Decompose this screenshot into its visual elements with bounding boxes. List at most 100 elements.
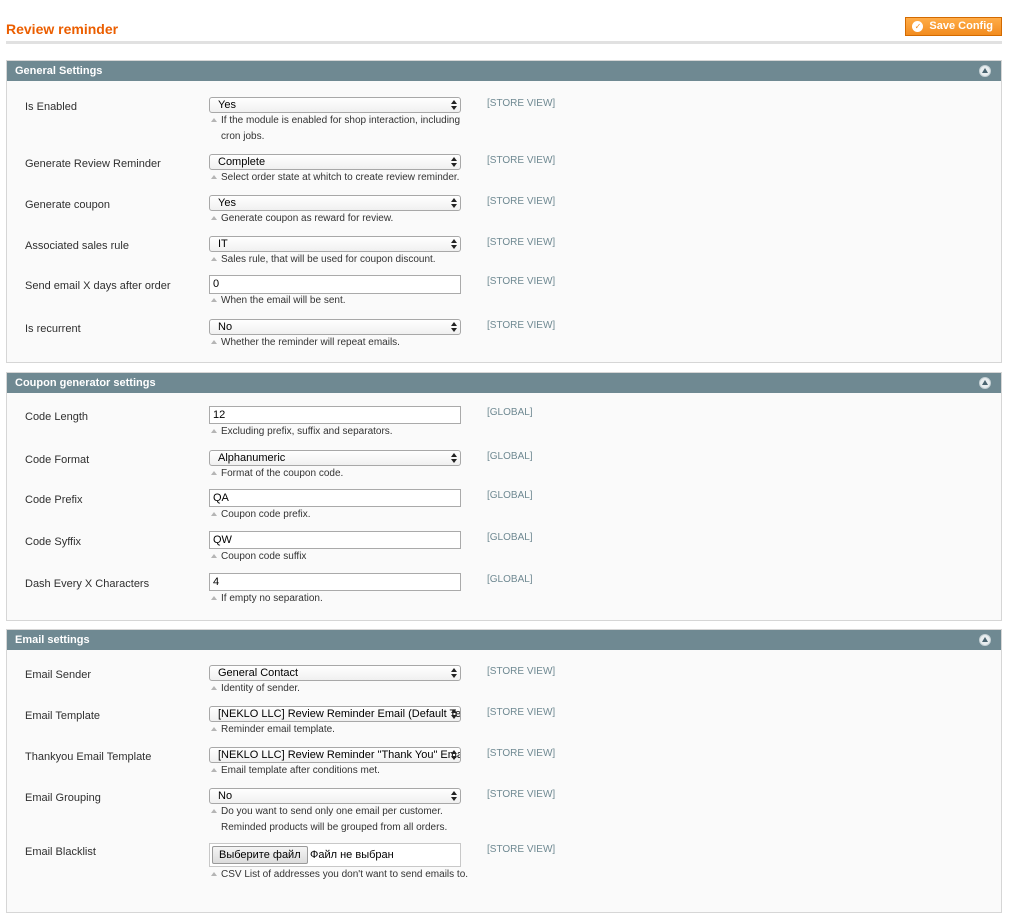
select-arrows-icon — [451, 197, 457, 209]
select-arrows-icon — [451, 99, 457, 111]
scope-badge: [STORE VIEW] — [487, 196, 556, 207]
note-arrow-icon — [211, 175, 217, 179]
collapse-icon[interactable] — [979, 377, 991, 389]
collapse-icon[interactable] — [979, 634, 991, 646]
note-arrow-icon — [211, 596, 217, 600]
note-arrow-icon — [211, 118, 217, 122]
scope-badge: [GLOBAL] — [487, 490, 533, 501]
email-grouping-select[interactable]: No — [209, 788, 461, 804]
page-title: Review reminder — [6, 21, 119, 37]
collapse-icon[interactable] — [979, 65, 991, 77]
code-prefix-input[interactable]: QA — [209, 489, 461, 507]
field-label: Is recurrent — [25, 323, 81, 335]
scope-badge: [GLOBAL] — [487, 574, 533, 585]
scope-badge: [STORE VIEW] — [487, 320, 556, 331]
field-note: Coupon code suffix — [211, 549, 469, 565]
thankyou-template-select[interactable]: [NEKLO LLC] Review Reminder "Thank You" … — [209, 747, 461, 763]
field-label: Dash Every X Characters — [25, 578, 150, 590]
send-email-days-input[interactable]: 0 — [209, 275, 461, 294]
field-note: Reminder email template. — [211, 722, 469, 738]
section-email-settings: Email settings Email Sender General Cont… — [6, 629, 1002, 913]
dash-every-input[interactable]: 4 — [209, 573, 461, 591]
select-arrows-icon — [451, 156, 457, 168]
scope-badge: [GLOBAL] — [487, 451, 533, 462]
note-arrow-icon — [211, 809, 217, 813]
field-note: Whether the reminder will repeat emails. — [211, 335, 469, 351]
field-label: Email Template — [25, 710, 100, 722]
scope-badge: [GLOBAL] — [487, 407, 533, 418]
field-note: Do you want to send only one email per c… — [211, 804, 469, 836]
scope-badge: [STORE VIEW] — [487, 155, 556, 166]
note-arrow-icon — [211, 216, 217, 220]
note-arrow-icon — [211, 298, 217, 302]
field-label: Code Syffix — [25, 536, 82, 548]
code-length-input[interactable]: 12 — [209, 406, 461, 424]
field-note: When the email will be sent. — [211, 293, 469, 309]
save-config-button[interactable]: ✓ Save Config — [905, 17, 1002, 36]
choose-file-button[interactable]: Выберите файл — [212, 846, 308, 864]
email-template-select[interactable]: [NEKLO LLC] Review Reminder Email (Defau… — [209, 706, 461, 722]
note-arrow-icon — [211, 686, 217, 690]
scope-badge: [STORE VIEW] — [487, 844, 556, 855]
select-arrows-icon — [451, 452, 457, 464]
field-note: Coupon code prefix. — [211, 507, 469, 523]
field-label: Email Grouping — [25, 792, 101, 804]
select-arrows-icon — [451, 667, 457, 679]
associated-sales-rule-select[interactable]: IT — [209, 236, 461, 252]
code-suffix-input[interactable]: QW — [209, 531, 461, 549]
code-format-select[interactable]: Alphanumeric — [209, 450, 461, 466]
note-arrow-icon — [211, 727, 217, 731]
field-note: If the module is enabled for shop intera… — [211, 113, 469, 145]
field-note: Email template after conditions met. — [211, 763, 469, 779]
scope-badge: [STORE VIEW] — [487, 789, 556, 800]
field-note: Select order state at whitch to create r… — [211, 170, 469, 186]
section-header-coupon[interactable]: Coupon generator settings — [7, 373, 1001, 393]
note-arrow-icon — [211, 768, 217, 772]
is-enabled-select[interactable]: Yes — [209, 97, 461, 113]
field-note: Generate coupon as reward for review. — [211, 211, 469, 227]
field-note: CSV List of addresses you don't want to … — [211, 867, 469, 883]
scope-badge: [STORE VIEW] — [487, 98, 556, 109]
scope-badge: [STORE VIEW] — [487, 276, 556, 287]
scope-badge: [STORE VIEW] — [487, 237, 556, 248]
field-label: Associated sales rule — [25, 240, 129, 252]
select-arrows-icon — [451, 790, 457, 802]
select-arrows-icon — [451, 749, 457, 761]
save-config-label: Save Config — [929, 20, 993, 32]
field-label: Email Blacklist — [25, 846, 96, 858]
select-arrows-icon — [451, 321, 457, 333]
generate-coupon-select[interactable]: Yes — [209, 195, 461, 211]
field-label: Code Prefix — [25, 494, 83, 506]
field-label: Generate Review Reminder — [25, 158, 161, 170]
note-arrow-icon — [211, 429, 217, 433]
scope-badge: [STORE VIEW] — [487, 666, 556, 677]
section-coupon-generator: Coupon generator settings Code Length 12… — [6, 372, 1002, 621]
field-label: Generate coupon — [25, 199, 111, 211]
check-circle-icon: ✓ — [912, 21, 924, 32]
note-arrow-icon — [211, 512, 217, 516]
email-sender-select[interactable]: General Contact — [209, 665, 461, 681]
field-label: Email Sender — [25, 669, 92, 681]
note-arrow-icon — [211, 554, 217, 558]
email-blacklist-file-input[interactable]: Выберите файл Файл не выбран — [209, 843, 461, 867]
field-note: Format of the coupon code. — [211, 466, 469, 482]
field-note: Sales rule, that will be used for coupon… — [211, 252, 469, 268]
generate-review-reminder-select[interactable]: Complete — [209, 154, 461, 170]
select-arrows-icon — [451, 238, 457, 250]
is-recurrent-select[interactable]: No — [209, 319, 461, 335]
note-arrow-icon — [211, 872, 217, 876]
field-note: Identity of sender. — [211, 681, 469, 697]
field-label: Code Format — [25, 454, 90, 466]
field-note: If empty no separation. — [211, 591, 469, 607]
field-label: Send email X days after order — [25, 280, 171, 292]
select-arrows-icon — [451, 708, 457, 720]
scope-badge: [GLOBAL] — [487, 532, 533, 543]
section-header-general[interactable]: General Settings — [7, 61, 1001, 81]
scope-badge: [STORE VIEW] — [487, 707, 556, 718]
scope-badge: [STORE VIEW] — [487, 748, 556, 759]
note-arrow-icon — [211, 257, 217, 261]
section-header-email[interactable]: Email settings — [7, 630, 1001, 650]
section-title: Coupon generator settings — [15, 377, 156, 389]
page-header: Review reminder ✓ Save Config — [6, 12, 1002, 44]
section-title: Email settings — [15, 634, 90, 646]
